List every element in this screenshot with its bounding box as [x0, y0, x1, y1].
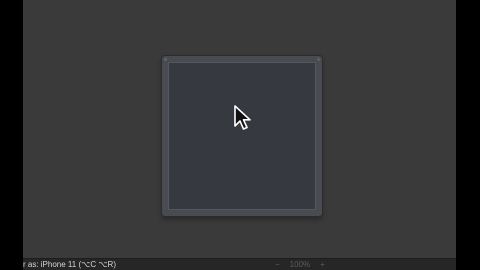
status-bar: r as: iPhone 11 (⌥C ⌥R) − 100% +: [23, 258, 456, 270]
plus-icon[interactable]: +: [320, 260, 325, 270]
app-window: r as: iPhone 11 (⌥C ⌥R) − 100% +: [23, 0, 456, 270]
device-preview-frame[interactable]: [162, 56, 322, 216]
preview-canvas: [23, 0, 456, 258]
preview-device-label[interactable]: r as: iPhone 11 (⌥C ⌥R): [23, 260, 116, 270]
zoom-controls: − 100% +: [275, 259, 325, 270]
letterbox-right: [456, 0, 480, 270]
frame-corner-dot: [317, 58, 320, 61]
device-preview-screen[interactable]: [168, 62, 316, 210]
letterbox-left: [0, 0, 23, 270]
zoom-level: 100%: [289, 260, 311, 269]
frame-corner-dot: [164, 58, 167, 61]
minus-icon[interactable]: −: [275, 260, 280, 270]
arrow-cursor-icon: [234, 105, 251, 130]
